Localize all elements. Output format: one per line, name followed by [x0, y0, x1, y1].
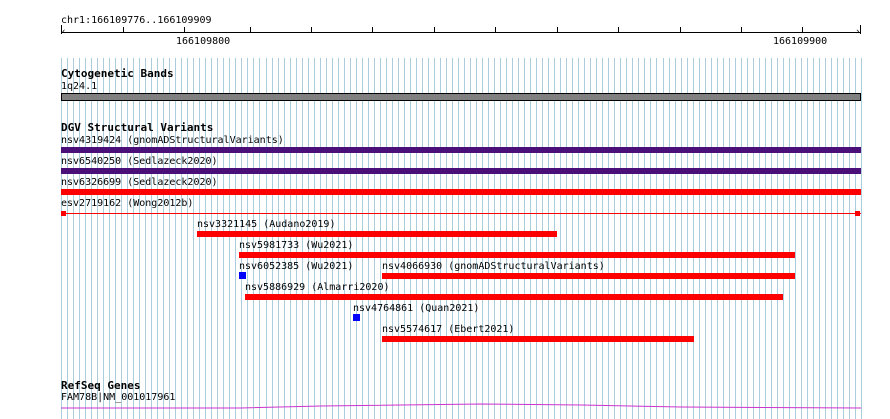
- variant-bar[interactable]: [239, 252, 795, 258]
- variant-bar[interactable]: [353, 314, 360, 321]
- variant-bar[interactable]: [382, 336, 694, 342]
- cytoband-track-title: Cytogenetic Bands: [61, 67, 174, 80]
- variant-label: nsv3321145 (Audano2019): [197, 219, 336, 230]
- variant-bar[interactable]: [61, 168, 861, 174]
- ruler-tick-label: 166109800: [176, 36, 231, 47]
- variant-bar[interactable]: [197, 231, 557, 237]
- ruler-axis: [61, 32, 861, 33]
- variant-label: esv2719162 (Wong2012b): [61, 198, 194, 209]
- variant-label: nsv4764861 (Quan2021): [353, 303, 480, 314]
- variant-bar[interactable]: [382, 273, 795, 279]
- variant-label: nsv5886929 (Almarri2020): [245, 282, 390, 293]
- ruler-tick: [61, 25, 62, 34]
- ruler-tick: [184, 27, 185, 32]
- variant-bar[interactable]: [239, 272, 246, 279]
- variant-bar[interactable]: [61, 189, 861, 195]
- ruler-tick: [250, 27, 251, 32]
- region-coordinates: chr1:166109776..166109909: [61, 15, 212, 26]
- ruler-tick-label: 166109900: [773, 36, 828, 47]
- variant-label: nsv4319424 (gnomADStructuralVariants): [61, 135, 284, 146]
- ruler-tick: [680, 27, 681, 32]
- dgv-track-title: DGV Structural Variants: [61, 121, 214, 134]
- ruler-tick: [618, 27, 619, 32]
- ruler-tick: [372, 27, 373, 32]
- ruler-tick: [311, 27, 312, 32]
- variant-label: nsv6540250 (Sedlazeck2020): [61, 156, 218, 167]
- ruler-tick: [802, 27, 803, 32]
- variant-bar[interactable]: [245, 294, 783, 300]
- variant-label: nsv6326699 (Sedlazeck2020): [61, 177, 218, 188]
- variant-bar-line[interactable]: [61, 213, 861, 214]
- grid-lines: [61, 58, 862, 419]
- refseq-track-title: RefSeq Genes: [61, 379, 141, 392]
- variant-label: nsv6052385 (Wu2021): [239, 261, 354, 272]
- ruler-tick: [495, 27, 496, 32]
- ruler-tick: [557, 27, 558, 32]
- variant-label: nsv4066930 (gnomADStructuralVariants): [382, 261, 605, 272]
- variant-bar-end[interactable]: [855, 211, 860, 216]
- variant-label: nsv5981733 (Wu2021): [239, 240, 354, 251]
- ruler-tick: [434, 27, 435, 32]
- ruler-tick: [741, 27, 742, 32]
- ruler-tick: [860, 25, 861, 34]
- ruler-tick: [123, 27, 124, 32]
- cytoband-label: 1q24.1: [61, 81, 98, 92]
- cytoband-bar[interactable]: [61, 93, 861, 101]
- variant-label: nsv5574617 (Ebert2021): [382, 324, 515, 335]
- variant-bar[interactable]: [61, 147, 861, 153]
- gene-model[interactable]: [61, 402, 861, 410]
